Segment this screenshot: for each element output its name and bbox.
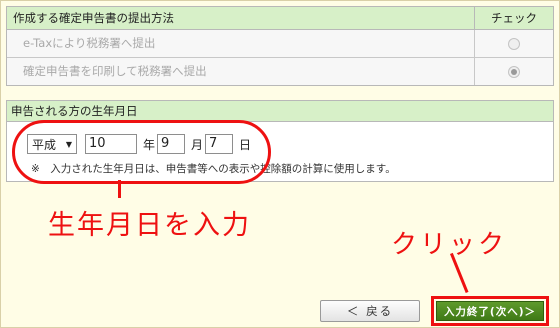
radio-icon[interactable] xyxy=(508,37,520,50)
check-header-label: チェック xyxy=(491,11,537,25)
birthdate-header: 申告される方の生年月日 xyxy=(7,101,553,122)
method-option-label: 確定申告書を印刷して税務署へ提出 xyxy=(7,58,475,85)
method-option-etax[interactable]: e-Taxにより税務署へ提出 xyxy=(7,30,553,58)
submission-method-table: 作成する確定申告書の提出方法 チェック e-Taxにより税務署へ提出 確定申告書… xyxy=(6,6,554,86)
annotation-enter-birthdate: 生年月日を入力 xyxy=(48,210,251,241)
radio-icon[interactable] xyxy=(508,65,520,78)
next-button[interactable]: 入力終了(次へ)＞ xyxy=(436,301,544,321)
next-button-highlight: 入力終了(次へ)＞ xyxy=(431,296,549,326)
method-option-print[interactable]: 確定申告書を印刷して税務署へ提出 xyxy=(7,58,553,85)
back-button[interactable]: ＜ 戻る xyxy=(320,300,420,322)
method-option-label: e-Taxにより税務署へ提出 xyxy=(7,30,475,57)
method-table-header: 作成する確定申告書の提出方法 チェック xyxy=(7,7,553,30)
highlight-oval xyxy=(12,120,271,184)
method-header-label: 作成する確定申告書の提出方法 xyxy=(7,7,475,29)
callout-line xyxy=(118,180,121,198)
annotation-click: クリック xyxy=(391,230,508,260)
